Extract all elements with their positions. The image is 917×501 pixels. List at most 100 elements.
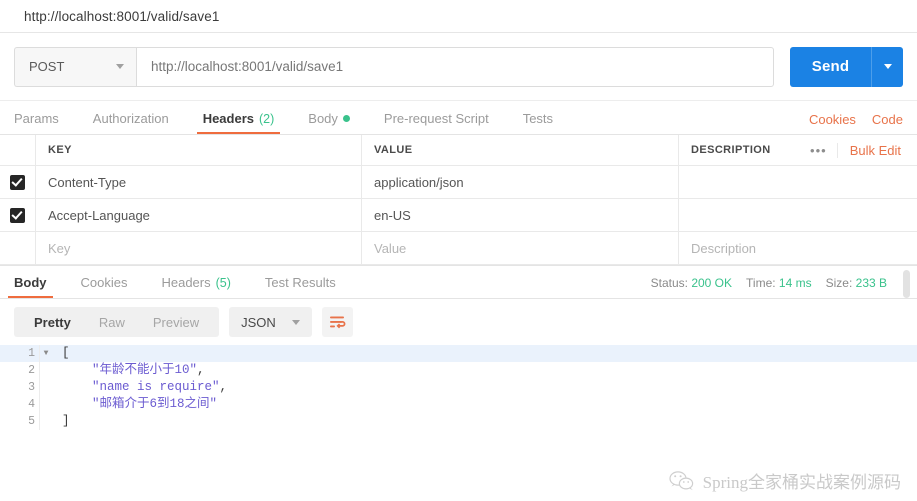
header-key-cell[interactable]: Accept-Language xyxy=(36,199,362,231)
select-all-cell xyxy=(0,135,36,165)
row-checkbox-cell[interactable] xyxy=(0,166,36,198)
tab-label: Authorization xyxy=(92,111,169,126)
watermark: Spring全家桶实战案例源码 xyxy=(669,468,901,493)
response-language-dropdown[interactable]: JSON xyxy=(229,307,312,337)
word-wrap-icon xyxy=(329,316,346,328)
request-url-row: POST http://localhost:8001/valid/save1 S… xyxy=(0,33,917,101)
code-text: ] xyxy=(52,413,70,430)
size-label: Size: xyxy=(825,276,853,290)
request-tabs: Params Authorization Headers (2) Body Pr… xyxy=(0,101,917,135)
view-pretty-button[interactable]: Pretty xyxy=(20,315,85,330)
response-tabs: Body Cookies Headers (5) Test Results St… xyxy=(0,265,917,299)
time-group: Time: 14 ms xyxy=(746,276,812,290)
header-description-cell[interactable] xyxy=(679,199,917,231)
row-checkbox-cell[interactable] xyxy=(0,199,36,231)
checkbox-checked-icon[interactable] xyxy=(10,207,25,223)
header-description-input[interactable]: Description xyxy=(679,232,917,264)
tab-label: Params xyxy=(14,111,59,126)
bulk-edit-button[interactable]: Bulk Edit xyxy=(838,143,913,158)
code-line: 2 "年龄不能小于10", xyxy=(0,362,917,379)
tab-label: Cookies xyxy=(80,275,128,290)
chevron-down-icon xyxy=(116,64,124,69)
response-tab-test-results[interactable]: Test Results xyxy=(265,275,336,298)
request-url-input[interactable]: http://localhost:8001/valid/save1 xyxy=(136,46,774,87)
response-tab-body[interactable]: Body xyxy=(8,275,52,298)
header-key-cell[interactable]: Content-Type xyxy=(36,166,362,198)
response-tab-headers[interactable]: Headers (5) xyxy=(161,275,230,298)
size-value: 233 B xyxy=(855,276,887,290)
tab-body[interactable]: Body xyxy=(308,111,350,134)
size-group: Size: 233 B xyxy=(826,276,887,290)
tab-label: Headers xyxy=(202,111,254,126)
tab-headers[interactable]: Headers (2) xyxy=(196,111,280,134)
more-options-icon[interactable]: ••• xyxy=(810,142,838,158)
table-row[interactable]: Content-Type application/json xyxy=(0,166,917,199)
tab-params[interactable]: Params xyxy=(14,111,59,134)
request-right-links: Cookies Code xyxy=(809,112,903,127)
watermark-text: Spring全家桶实战案例源码 xyxy=(702,473,901,492)
status-group: Status: 200 OK xyxy=(651,276,732,290)
time-label: Time: xyxy=(746,276,776,290)
response-format-bar: Pretty Raw Preview JSON xyxy=(0,299,917,345)
window-title-bar: http://localhost:8001/valid/save1 xyxy=(0,0,917,33)
tab-pre-request-script[interactable]: Pre-request Script xyxy=(384,111,489,134)
send-button-group: Send xyxy=(790,46,903,87)
postman-window: http://localhost:8001/valid/save1 POST h… xyxy=(0,0,917,501)
response-tab-cookies[interactable]: Cookies xyxy=(81,275,128,298)
tab-label: Body xyxy=(14,275,47,290)
request-url-value: http://localhost:8001/valid/save1 xyxy=(151,59,344,74)
header-key-input[interactable]: Key xyxy=(36,232,362,264)
response-body-viewer[interactable]: 1 ▼ [ 2 "年龄不能小于10", 3 "name is require",… xyxy=(0,345,917,430)
status-value: 200 OK xyxy=(691,276,733,290)
chevron-down-icon xyxy=(291,319,300,325)
code-string: "年龄不能小于10" xyxy=(92,363,198,377)
wechat-icon xyxy=(669,470,695,492)
headers-table: KEY VALUE DESCRIPTION ••• Bulk Edit Cont… xyxy=(0,135,917,265)
code-line: 5 ] xyxy=(0,413,917,430)
column-header-description: DESCRIPTION xyxy=(691,144,771,156)
tab-tests[interactable]: Tests xyxy=(523,111,553,134)
view-preview-button[interactable]: Preview xyxy=(139,315,213,330)
send-button[interactable]: Send xyxy=(790,46,871,87)
header-description-cell[interactable] xyxy=(679,166,917,198)
header-value-cell[interactable]: en-US xyxy=(362,199,679,231)
fold-toggle-icon[interactable]: ▼ xyxy=(40,345,52,362)
cookies-link[interactable]: Cookies xyxy=(809,112,856,127)
word-wrap-button[interactable] xyxy=(321,307,353,337)
header-value-cell[interactable]: application/json xyxy=(362,166,679,198)
code-line: 1 ▼ [ xyxy=(0,345,917,362)
code-punct: , xyxy=(197,363,205,377)
view-raw-button[interactable]: Raw xyxy=(85,315,139,330)
vertical-scrollbar-thumb[interactable] xyxy=(903,270,910,298)
line-number: 1 xyxy=(0,345,40,362)
tab-label: Tests xyxy=(522,111,554,126)
send-options-button[interactable] xyxy=(871,46,903,87)
response-headers-count-badge: (5) xyxy=(215,275,231,290)
column-header-value: VALUE xyxy=(362,135,679,165)
line-number: 2 xyxy=(0,362,40,379)
checkbox-checked-icon[interactable] xyxy=(10,174,25,190)
code-link[interactable]: Code xyxy=(872,112,903,127)
tab-label: Body xyxy=(308,111,338,126)
http-method-dropdown[interactable]: POST xyxy=(14,46,136,87)
code-punct: , xyxy=(219,380,228,394)
tab-label: Headers xyxy=(161,275,211,290)
header-value-input[interactable]: Value xyxy=(362,232,679,264)
window-title-url: http://localhost:8001/valid/save1 xyxy=(24,8,220,24)
code-punct: [ xyxy=(62,346,70,360)
row-checkbox-cell[interactable] xyxy=(0,232,36,264)
line-number: 4 xyxy=(0,396,40,413)
table-row-empty[interactable]: Key Value Description xyxy=(0,232,917,265)
tab-label: Test Results xyxy=(264,275,336,290)
column-header-key: KEY xyxy=(36,135,362,165)
table-row[interactable]: Accept-Language en-US xyxy=(0,199,917,232)
tab-label: Pre-request Script xyxy=(383,111,489,126)
tab-authorization[interactable]: Authorization xyxy=(93,111,169,134)
code-line: 3 "name is require", xyxy=(0,379,917,396)
line-number: 5 xyxy=(0,413,40,430)
